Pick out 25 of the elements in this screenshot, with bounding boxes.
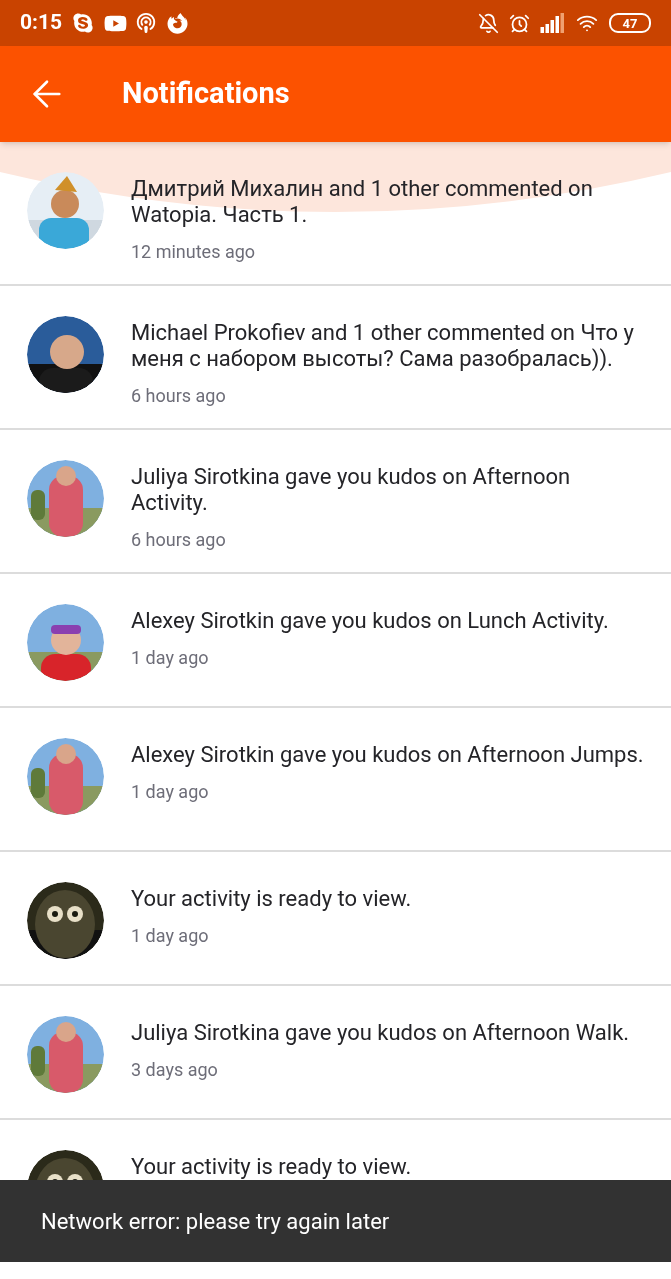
notification-time: 3 days ago xyxy=(131,1058,219,1082)
notification-text[interactable]: Дмитрий Михалин and 1 other commented on Watopia. Часть 1. xyxy=(131,176,647,228)
notification-text[interactable]: Your activity is ready to view. xyxy=(131,1154,412,1180)
notification-time: 12 minutes ago xyxy=(131,240,257,264)
notification-time: 1 day ago xyxy=(131,646,210,670)
status-time: 0:15 xyxy=(20,9,63,37)
battery-icon: 47 xyxy=(609,13,651,33)
notification-time: 6 hours ago xyxy=(131,384,227,408)
fox-icon xyxy=(167,12,189,34)
screen-title: Notifications xyxy=(122,75,290,113)
muted-bell-icon xyxy=(478,12,499,34)
notification-time: 1 day ago xyxy=(131,780,210,804)
notification-time: 6 hours ago xyxy=(131,528,227,552)
signal-icon xyxy=(540,13,565,33)
notification-time: 1 day ago xyxy=(131,924,210,948)
notification-text[interactable]: Alexey Sirotkin gave you kudos on Lunch Activity. xyxy=(131,608,609,634)
alarm-icon xyxy=(509,12,530,34)
notification-text[interactable]: Your activity is ready to view. xyxy=(131,886,412,912)
notification-text[interactable]: Juliya Sirotkina gave you kudos on Afternoon Walk. xyxy=(131,1020,630,1046)
s-logo-icon xyxy=(72,12,95,34)
notification-text[interactable]: Juliya Sirotkina gave you kudos on Afternoon Activity. xyxy=(131,464,647,516)
podcast-icon xyxy=(135,12,158,34)
notification-text[interactable]: Michael Prokofiev and 1 other commented on Что у меня с набором высоты? Сама разобралась)). xyxy=(131,320,647,372)
notification-text[interactable]: Alexey Sirotkin gave you kudos on Afternoon Jumps. xyxy=(131,742,644,768)
snackbar-message: Network error: please try again later xyxy=(41,1207,390,1236)
